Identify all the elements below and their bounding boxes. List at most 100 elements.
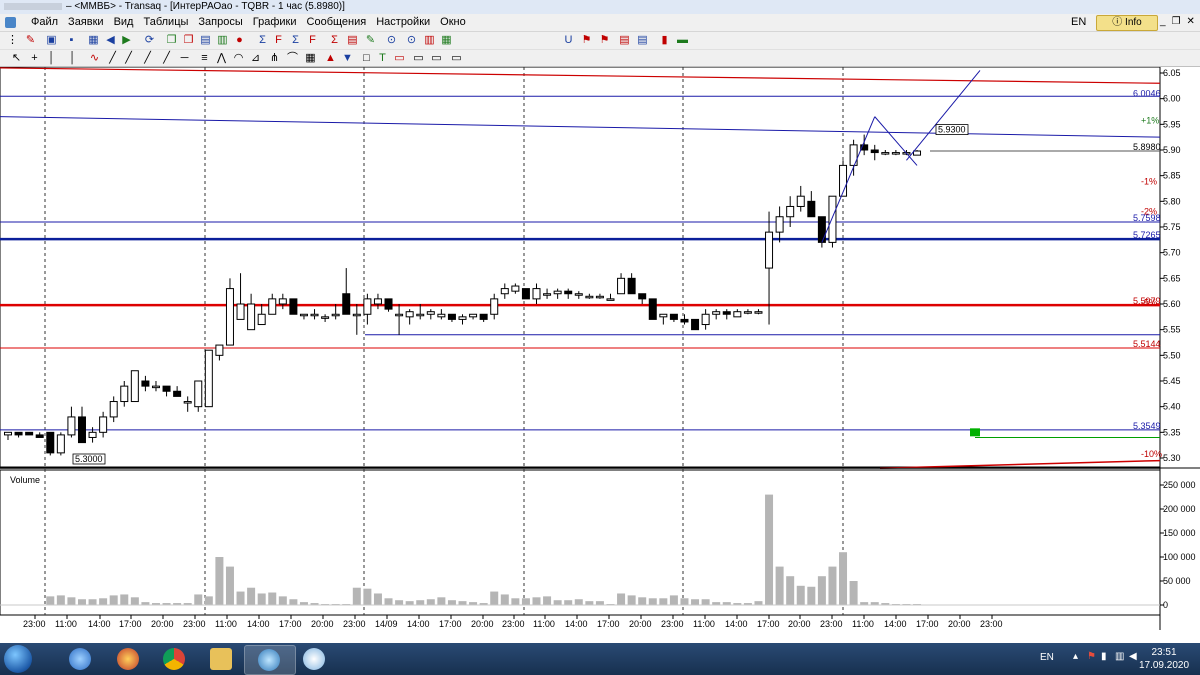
sell-marker-icon[interactable]: ▼ (341, 52, 354, 65)
volume-bar (807, 586, 816, 605)
copy-icon[interactable]: ❐ (165, 34, 178, 47)
fan-icon[interactable]: ⋀ (215, 52, 228, 65)
save-icon[interactable]: ▪ (65, 34, 78, 47)
menu-orders[interactable]: Заявки (63, 14, 109, 31)
taskbar-app-ie[interactable] (56, 645, 106, 673)
lock-icon[interactable]: ▭ (450, 52, 463, 65)
open-icon[interactable]: ▣ (45, 34, 58, 47)
menu-file[interactable]: Файл (26, 14, 63, 31)
gann-icon[interactable]: ⊿ (249, 52, 262, 65)
time-tick-label: 17:00 (757, 619, 780, 629)
language-indicator[interactable]: EN (1071, 14, 1086, 31)
candle-body (627, 277, 636, 295)
taskbar-app-transaq[interactable] (244, 645, 296, 675)
fib-icon[interactable]: ≡ (198, 52, 211, 65)
candle-body (151, 385, 160, 389)
binoculars-icon[interactable]: ⊙ (385, 34, 398, 47)
menu-window[interactable]: Окно (435, 14, 471, 31)
menu-tables[interactable]: Таблицы (138, 14, 193, 31)
taskbar-app-explorer[interactable] (197, 645, 247, 673)
u-icon[interactable]: U (562, 34, 575, 47)
hline-icon[interactable]: ─ (178, 52, 191, 65)
channel-icon[interactable]: ╱ (160, 52, 173, 65)
forward-icon[interactable]: ▶ (120, 34, 133, 47)
volume-bar (648, 598, 657, 605)
chevron-up-icon[interactable]: ▴ (1073, 651, 1078, 662)
sigma-table-icon[interactable]: Σ (328, 34, 341, 47)
menu-settings[interactable]: Настройки (371, 14, 435, 31)
news-icon[interactable]: ▤ (346, 34, 359, 47)
candlestick-chart[interactable]: 5.9300 5.3000 6.05 6.00 5.95 5.90 5.85 5.80 5.75… (0, 67, 1200, 630)
crosshair-icon[interactable]: + (28, 52, 41, 65)
list-icon[interactable]: ▤ (618, 34, 631, 47)
close-icon[interactable]: ✕ (1187, 16, 1200, 27)
menu-view[interactable]: Вид (109, 14, 139, 31)
volume-bar (839, 552, 848, 605)
binoculars2-icon[interactable]: ⊙ (405, 34, 418, 47)
order-icon[interactable]: ✎ (24, 34, 37, 47)
tray-lang[interactable]: EN (1040, 652, 1054, 663)
sum-red-icon[interactable]: Σ (289, 34, 302, 47)
grid-icon[interactable]: ▦ (304, 52, 317, 65)
taskbar-app-paint[interactable] (290, 645, 340, 673)
menu-messages[interactable]: Сообщения (302, 14, 372, 31)
menu-charts[interactable]: Графики (248, 14, 302, 31)
list2-icon[interactable]: ▤ (636, 34, 649, 47)
network-icon[interactable]: ▥ (1115, 651, 1124, 662)
formula-icon[interactable]: F (272, 34, 285, 47)
taskbar-app-chrome[interactable] (150, 645, 200, 673)
pos-icon[interactable]: ▭ (412, 52, 425, 65)
buy-marker-icon[interactable]: ▲ (324, 52, 337, 65)
time-tick-label: 14/09 (375, 619, 398, 629)
formula-red-icon[interactable]: F (306, 34, 319, 47)
chart-area[interactable]: 5.9300 5.3000 6.05 6.00 5.95 5.90 5.85 5.80 5.75… (0, 67, 1200, 630)
trendline-icon[interactable]: ╱ (106, 52, 119, 65)
volume-bar (109, 595, 118, 605)
pitchfork-icon[interactable]: ⋔ (268, 52, 281, 65)
curve-icon[interactable]: ∿ (88, 52, 101, 65)
briefcase-icon[interactable]: ▬ (676, 34, 689, 47)
back-icon[interactable]: ◀ (104, 34, 117, 47)
time-tick-label: 11:00 (852, 619, 874, 629)
ray-icon[interactable]: ╱ (122, 52, 135, 65)
vline-icon[interactable]: │ (66, 52, 79, 65)
line-icon[interactable]: ╱ (141, 52, 154, 65)
stop-icon[interactable]: ● (233, 34, 246, 47)
text-icon[interactable]: T (376, 52, 389, 65)
chart-icon[interactable]: ▥ (423, 34, 436, 47)
minimize-icon[interactable]: _ (1160, 16, 1172, 27)
extreme-label: 5.3000 (75, 454, 103, 464)
price-tick-label: 5.80 (1163, 196, 1181, 206)
price-label-icon[interactable]: ▭ (393, 52, 406, 65)
info-button[interactable]: ⓘ Info (1096, 15, 1158, 31)
arc-icon[interactable]: ◠ (232, 52, 245, 65)
window-icon[interactable]: ▥ (216, 34, 229, 47)
rect-icon[interactable]: □ (360, 52, 373, 65)
taskbar-app-eye[interactable] (104, 645, 154, 673)
portfolio-icon[interactable]: ▦ (440, 34, 453, 47)
tray-clock[interactable]: 23:51 17.09.2020 (1136, 646, 1192, 672)
alert-icon[interactable]: ⚑ (580, 34, 593, 47)
book-icon[interactable]: ▮ (658, 34, 671, 47)
start-button[interactable] (4, 645, 32, 673)
pos2-icon[interactable]: ▭ (430, 52, 443, 65)
edit-icon[interactable]: ✎ (364, 34, 377, 47)
cycle-icon[interactable]: ⌒ (286, 52, 299, 65)
volume-bar (416, 600, 425, 605)
alert2-icon[interactable]: ⚑ (598, 34, 611, 47)
candle-body (236, 303, 245, 320)
table-icon[interactable]: ▦ (87, 34, 100, 47)
cursor-icon[interactable]: ↖ (10, 52, 23, 65)
document-icon[interactable]: ▤ (199, 34, 212, 47)
flag-icon[interactable]: ⚑ (1087, 651, 1096, 662)
menu-requests[interactable]: Запросы (193, 14, 247, 31)
paste-icon[interactable]: ❐ (182, 34, 195, 47)
green-marker (970, 428, 980, 437)
battery-icon[interactable]: ▮ (1101, 651, 1107, 662)
refresh-icon[interactable]: ⟳ (143, 34, 156, 47)
sum-icon[interactable]: Σ (256, 34, 269, 47)
windows-taskbar: EN ▴ ⚑ ▮ ▥ ◀ 23:51 17.09.2020 (0, 643, 1200, 675)
volume-bar (500, 594, 509, 605)
restore-icon[interactable]: ❐ (1172, 16, 1187, 27)
app-icon[interactable] (5, 17, 16, 28)
